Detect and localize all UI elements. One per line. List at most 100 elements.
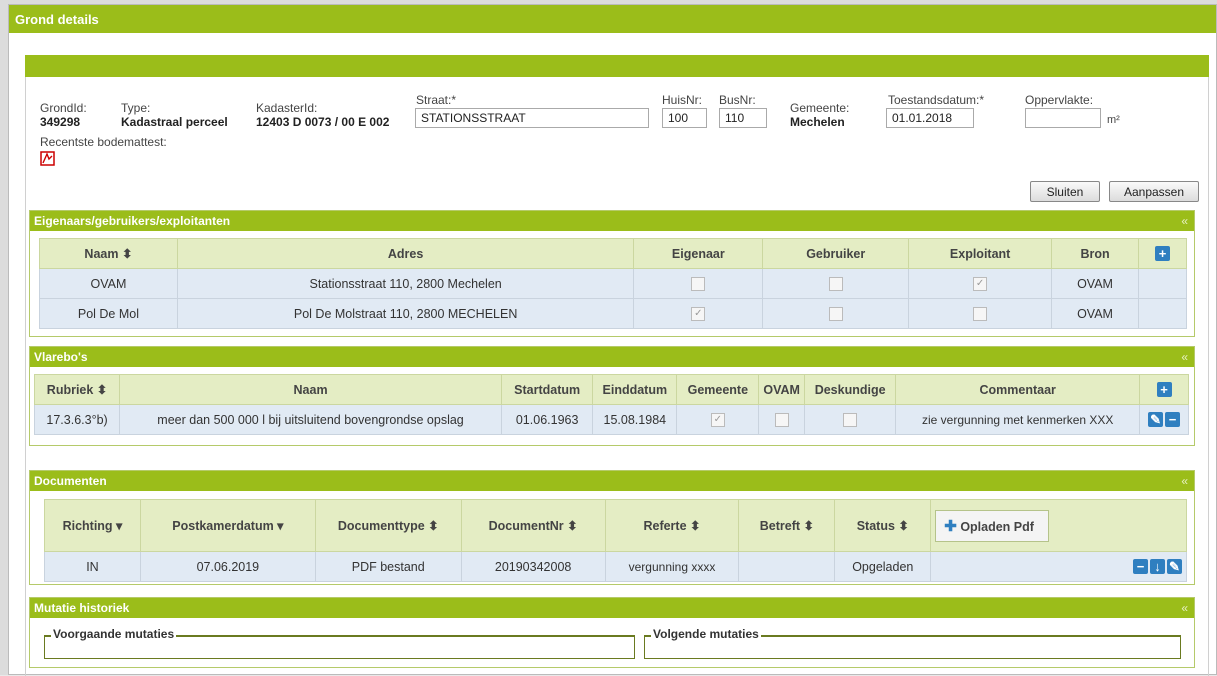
cell-exploitant: ✓ <box>908 268 1053 299</box>
cell-documentnr: 20190342008 <box>460 551 606 582</box>
collapse-icon[interactable]: « <box>1181 214 1188 228</box>
opladen-pdf-label: Opladen Pdf <box>960 519 1034 534</box>
add-cell: + <box>1138 238 1187 269</box>
cell-gebruiker <box>762 298 910 329</box>
voorgaande-mutaties-label: Voorgaande mutaties <box>51 627 177 641</box>
col-einddatum: Einddatum <box>592 374 678 405</box>
bodemattest-label: Recentste bodemattest: <box>40 135 167 149</box>
cell-bron: OVAM <box>1051 268 1139 299</box>
huisnr-input[interactable] <box>662 108 707 128</box>
col-rubriek[interactable]: Rubriek ⬍ <box>33 374 121 405</box>
cell-postkamerdatum: 07.06.2019 <box>139 551 316 582</box>
grondid-value: 349298 <box>40 115 81 129</box>
col-naam: Naam <box>119 374 502 405</box>
cell-bron: OVAM <box>1051 298 1139 329</box>
col-betreft[interactable]: Betreft ⬍ <box>738 499 836 552</box>
col-documenttype[interactable]: Documenttype ⬍ <box>314 499 462 552</box>
col-eigenaar: Eigenaar <box>633 238 764 269</box>
gemeente-value: Mechelen <box>790 115 845 129</box>
cell-ovam <box>758 404 805 435</box>
cell-gemeente: ✓ <box>676 404 760 435</box>
upload-cell: ✚ Opladen Pdf <box>930 499 1187 552</box>
mutatie-title: Mutatie historiek <box>34 601 130 615</box>
busnr-label: BusNr: <box>719 93 756 107</box>
grond-details-window: Grond details GrondId: 349298 Type: Kada… <box>8 4 1217 676</box>
col-ovam: OVAM <box>758 374 805 405</box>
col-gebruiker: Gebruiker <box>762 238 910 269</box>
busnr-input[interactable] <box>719 108 767 128</box>
cell-richting: IN <box>44 551 141 582</box>
cell-actions: − ↓ ✎ <box>930 551 1187 582</box>
col-bron: Bron <box>1051 238 1139 269</box>
exploitant-checkbox[interactable] <box>973 306 988 321</box>
oppervlakte-label: Oppervlakte: <box>1025 93 1094 107</box>
col-documentnr[interactable]: DocumentNr ⬍ <box>460 499 606 552</box>
eigenaar-checkbox[interactable]: ✓ <box>691 306 706 321</box>
type-label: Type: <box>121 101 151 115</box>
documenten-table: Richting ▾ Postkamerdatum ▾ Documenttype… <box>44 499 1187 582</box>
sluiten-button[interactable]: Sluiten <box>1030 181 1100 202</box>
opladen-pdf-button[interactable]: ✚ Opladen Pdf <box>935 509 1049 542</box>
gebruiker-checkbox[interactable] <box>828 306 843 321</box>
table-row[interactable]: OVAM Stationsstraat 110, 2800 Mechelen ✓… <box>39 268 1187 299</box>
documenten-title: Documenten <box>34 474 107 488</box>
cell-actions: ✎ − <box>1139 404 1189 435</box>
table-row[interactable]: 17.3.6.3°b) meer dan 500 000 l bij uitsl… <box>33 404 1189 435</box>
cell-betreft <box>738 551 836 582</box>
grondid-label: GrondId: <box>40 101 87 115</box>
table-header-row: Rubriek ⬍ Naam Startdatum Einddatum Geme… <box>33 374 1189 405</box>
remove-icon[interactable]: − <box>1165 412 1181 428</box>
col-gemeente: Gemeente <box>676 374 760 405</box>
add-icon[interactable]: + <box>1155 246 1170 262</box>
deskundige-checkbox[interactable] <box>843 412 858 427</box>
col-richting[interactable]: Richting ▾ <box>44 499 141 552</box>
straat-input[interactable] <box>415 108 649 128</box>
documenten-header: Documenten « <box>30 471 1194 491</box>
straat-label: Straat:* <box>416 93 457 107</box>
aanpassen-button[interactable]: Aanpassen <box>1109 181 1199 202</box>
edit-icon[interactable]: ✎ <box>1167 559 1182 575</box>
vlarebo-title: Vlarebo's <box>34 350 88 364</box>
col-postkamerdatum[interactable]: Postkamerdatum ▾ <box>139 499 316 552</box>
remove-icon[interactable]: − <box>1133 559 1148 575</box>
collapse-icon[interactable]: « <box>1181 474 1188 488</box>
cell-deskundige <box>803 404 897 435</box>
cell-startdatum: 01.06.1963 <box>500 404 594 435</box>
collapse-icon[interactable]: « <box>1181 601 1188 615</box>
kadasterid-value: 12403 D 0073 / 00 E 002 <box>256 115 390 129</box>
col-referte[interactable]: Referte ⬍ <box>604 499 740 552</box>
eigenaars-panel: Eigenaars/gebruikers/exploitanten « Naam… <box>29 210 1195 337</box>
collapse-icon[interactable]: « <box>1181 350 1188 364</box>
vlarebo-header: Vlarebo's « <box>30 347 1194 367</box>
col-commentaar: Commentaar <box>895 374 1141 405</box>
toestandsdatum-label: Toestandsdatum:* <box>888 93 985 107</box>
table-row[interactable]: IN 07.06.2019 PDF bestand 20190342008 ve… <box>44 551 1187 582</box>
table-row[interactable]: Pol De Mol Pol De Molstraat 110, 2800 ME… <box>39 298 1187 329</box>
volgende-mutaties-group: Volgende mutaties <box>644 627 1181 659</box>
cell-eigenaar <box>633 268 764 299</box>
edit-icon[interactable]: ✎ <box>1148 412 1164 428</box>
cell-actions <box>1138 268 1187 299</box>
add-icon[interactable]: + <box>1156 382 1172 398</box>
ovam-checkbox[interactable] <box>774 412 789 427</box>
gemeente-checkbox[interactable]: ✓ <box>710 412 725 427</box>
eigenaar-checkbox[interactable] <box>691 276 706 291</box>
eigenaars-title: Eigenaars/gebruikers/exploitanten <box>34 214 231 228</box>
huisnr-label: HuisNr: <box>662 93 703 107</box>
col-startdatum: Startdatum <box>500 374 594 405</box>
pdf-icon[interactable] <box>40 151 55 169</box>
kadasterid-label: KadasterId: <box>256 101 318 115</box>
eigenaars-header: Eigenaars/gebruikers/exploitanten « <box>30 211 1194 231</box>
gebruiker-checkbox[interactable] <box>828 276 843 291</box>
eigenaars-table: Naam ⬍ Adres Eigenaar Gebruiker Exploita… <box>39 238 1187 329</box>
oppervlakte-input[interactable] <box>1025 108 1101 128</box>
toestandsdatum-input[interactable] <box>886 108 974 128</box>
col-naam[interactable]: Naam ⬍ <box>39 238 178 269</box>
sub-header-bar <box>25 55 1209 77</box>
cell-rubriek: 17.3.6.3°b) <box>33 404 121 435</box>
exploitant-checkbox[interactable]: ✓ <box>973 276 988 291</box>
oppervlakte-unit: m² <box>1107 114 1120 126</box>
cell-actions <box>1138 298 1187 329</box>
download-icon[interactable]: ↓ <box>1150 559 1165 575</box>
col-status[interactable]: Status ⬍ <box>834 499 932 552</box>
